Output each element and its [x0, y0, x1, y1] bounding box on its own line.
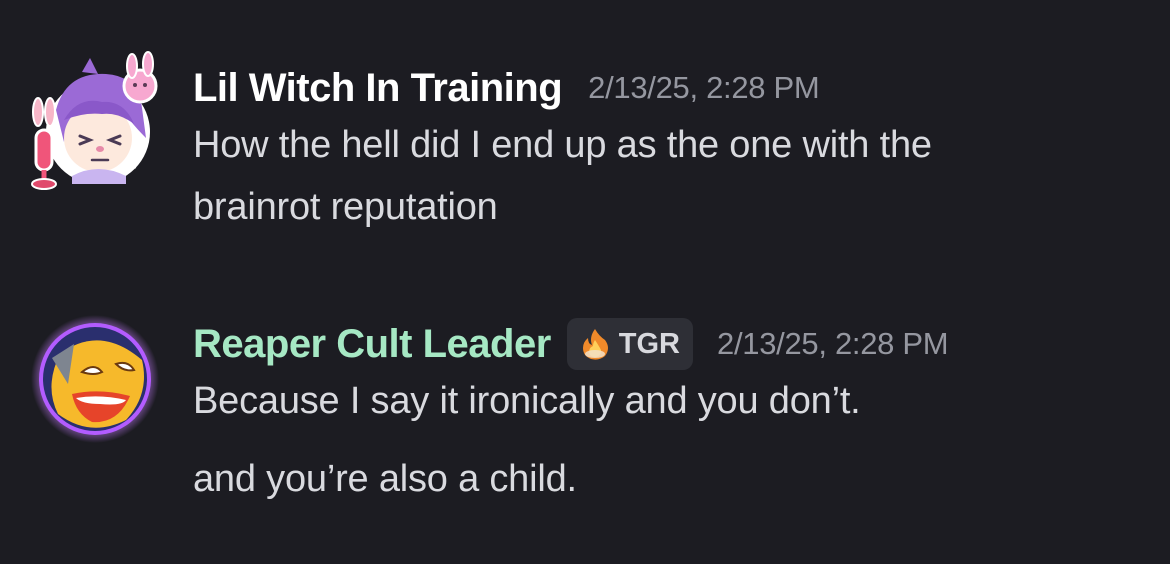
username[interactable]: Reaper Cult Leader	[193, 322, 551, 367]
message-text: How the hell did I end up as the one wit…	[193, 114, 1143, 238]
avatar[interactable]	[28, 50, 158, 190]
message-header: Reaper Cult Leader TGR 2/13/25, 2:28 PM	[193, 318, 1143, 370]
timestamp: 2/13/25, 2:28 PM	[588, 70, 820, 105]
message-text: and you’re also a child.	[193, 458, 577, 500]
chat-message-list: Lil Witch In Training 2/13/25, 2:28 PM H…	[0, 0, 1170, 564]
timestamp: 2/13/25, 2:28 PM	[717, 326, 949, 361]
message-text-line: How the hell did I end up as the one wit…	[193, 124, 932, 166]
server-tag-badge[interactable]: TGR	[566, 318, 693, 370]
message-text-line: brainrot reputation	[193, 186, 498, 228]
server-tag-label: TGR	[618, 327, 680, 360]
witch-avatar-icon	[31, 51, 158, 190]
avatar[interactable]	[30, 314, 160, 454]
message-text: Because I say it ironically and you don’…	[193, 380, 861, 422]
laughing-face-avatar-icon	[31, 315, 159, 443]
message-header: Lil Witch In Training 2/13/25, 2:28 PM	[193, 62, 1143, 114]
flame-icon	[582, 329, 608, 360]
username[interactable]: Lil Witch In Training	[193, 66, 563, 111]
